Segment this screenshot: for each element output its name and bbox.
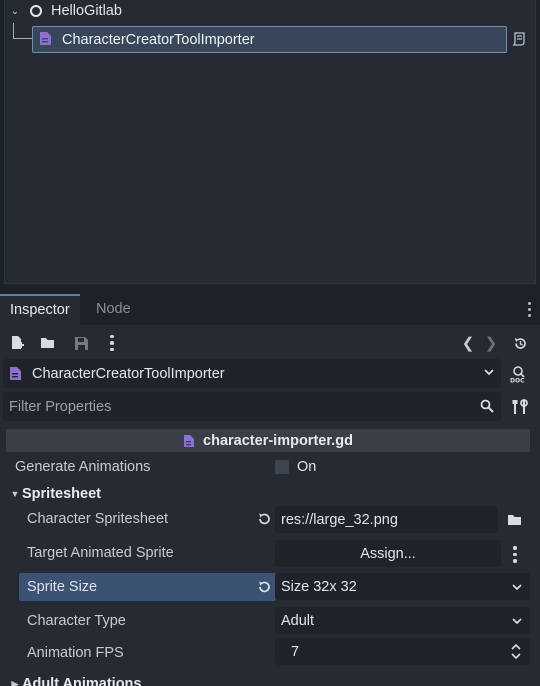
section-label: Adult Animations — [22, 676, 142, 686]
revert-icon[interactable] — [257, 580, 271, 594]
assign-button[interactable]: Assign... — [275, 540, 501, 567]
svg-text:DOC: DOC — [510, 378, 525, 384]
property-list: character-importer.gd Generate Animation… — [6, 429, 532, 686]
node-icon — [30, 5, 42, 17]
checkbox-label[interactable]: On — [297, 453, 316, 481]
revert-icon[interactable] — [257, 512, 271, 526]
generate-animations-checkbox[interactable] — [275, 460, 289, 474]
save-icon[interactable] — [71, 333, 91, 353]
property-label: Target Animated Sprite — [27, 545, 174, 561]
inspector-toolbar: ❮ ❯ — [0, 331, 540, 355]
more-options-icon[interactable] — [102, 333, 122, 353]
object-selector-label: CharacterCreatorToolImporter — [32, 365, 225, 382]
history-back-icon[interactable]: ❮ — [458, 333, 478, 353]
tools-icon[interactable] — [511, 398, 529, 416]
dock-menu-icon[interactable] — [528, 302, 532, 317]
property-label: Character Type — [27, 613, 126, 629]
property-generate-animations: Generate Animations On — [6, 453, 532, 481]
select-value: Adult — [281, 612, 315, 629]
chevron-right-icon[interactable]: ▶ — [8, 679, 22, 686]
spinbox-arrows-icon[interactable] — [510, 643, 522, 660]
property-animation-fps: Animation FPS 7 — [6, 638, 532, 669]
tree-item-label: CharacterCreatorToolImporter — [62, 31, 255, 48]
select-value: Size 32x 32 — [281, 578, 357, 595]
dock-tabbar: Inspector Node — [0, 294, 540, 325]
open-script-icon[interactable] — [512, 32, 526, 46]
tab-inspector[interactable]: Inspector — [0, 294, 80, 325]
scene-tree-panel: ⌄ HelloGitlab CharacterCreatorToolImport… — [4, 0, 536, 284]
property-sprite-size: Sprite Size Size 32x 32 — [6, 573, 532, 601]
section-spritesheet[interactable]: ▼ Spritesheet — [8, 483, 101, 505]
open-folder-icon[interactable] — [38, 333, 58, 353]
script-name: character-importer.gd — [203, 432, 353, 449]
filter-properties-input[interactable] — [9, 392, 469, 421]
section-label: Spritesheet — [22, 486, 101, 502]
chevron-down-icon[interactable]: ⌄ — [8, 6, 22, 17]
chevron-down-icon — [512, 618, 522, 625]
character-type-select[interactable]: Adult — [275, 607, 530, 634]
property-target-animated-sprite: Target Animated Sprite Assign... — [6, 539, 532, 567]
filter-bar — [3, 392, 501, 421]
object-selector[interactable]: CharacterCreatorToolImporter — [3, 359, 501, 388]
property-label: Animation FPS — [27, 645, 124, 661]
script-category-header: character-importer.gd — [6, 429, 530, 452]
chevron-down-icon[interactable] — [483, 366, 495, 378]
property-character-type: Character Type Adult — [6, 607, 532, 635]
animation-fps-spinbox[interactable]: 7 — [275, 638, 530, 665]
history-icon[interactable] — [510, 333, 530, 353]
assign-button-label: Assign... — [360, 545, 416, 562]
character-spritesheet-field[interactable]: res://large_32.png — [275, 506, 498, 533]
folder-icon[interactable] — [507, 513, 522, 529]
open-documentation-icon[interactable]: DOC — [509, 365, 529, 385]
property-label: Generate Animations — [15, 459, 151, 475]
tree-connector-line — [13, 23, 33, 39]
property-label: Character Spritesheet — [27, 511, 169, 527]
new-resource-icon[interactable] — [7, 333, 27, 353]
sprite-size-select[interactable]: Size 32x 32 — [275, 573, 530, 600]
more-options-icon[interactable] — [513, 546, 517, 563]
tree-item-root[interactable]: ⌄ HelloGitlab — [5, 0, 122, 22]
script-icon — [184, 434, 195, 447]
property-character-spritesheet: Character Spritesheet res://large_32.png — [6, 505, 532, 533]
path-value: res://large_32.png — [281, 511, 398, 528]
spinbox-value: 7 — [291, 643, 300, 660]
history-forward-icon[interactable]: ❯ — [481, 333, 501, 353]
tree-item-selected[interactable]: CharacterCreatorToolImporter — [32, 26, 507, 53]
property-label: Sprite Size — [27, 579, 98, 595]
chevron-down-icon — [512, 584, 522, 591]
search-icon — [480, 399, 494, 413]
chevron-down-icon[interactable]: ▼ — [8, 489, 22, 499]
script-icon — [39, 31, 52, 49]
tab-node[interactable]: Node — [86, 294, 141, 325]
tree-item-label: HelloGitlab — [51, 3, 122, 19]
inspector-panel: ❮ ❯ CharacterCreatorToolImporter DOC cha… — [0, 325, 540, 686]
script-icon — [10, 367, 21, 380]
section-adult-animations[interactable]: ▶ Adult Animations — [8, 673, 142, 686]
